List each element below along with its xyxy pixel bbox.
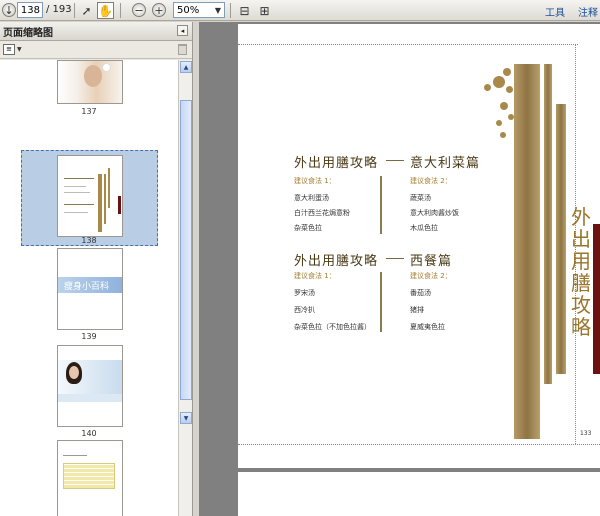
decorative-stripe [514, 64, 540, 439]
flower-ornament-icon [503, 68, 511, 76]
zoom-in-icon[interactable]: + [152, 3, 166, 17]
flower-ornament-icon [484, 84, 491, 91]
toolbar-separator [74, 3, 75, 18]
section1-subtitle: 意大利菜篇 [410, 156, 481, 171]
thumbnail-text-line [64, 212, 88, 213]
hand-tool-icon[interactable]: ✋ [97, 2, 114, 19]
decorative-stripe [544, 64, 552, 384]
menu-item: 猪排 [410, 306, 424, 314]
scroll-down-icon[interactable]: ▼ [180, 412, 192, 424]
scroll-up-icon[interactable]: ▲ [180, 61, 192, 73]
flower-ornament-icon [500, 132, 506, 138]
thumbnail-text-line [63, 455, 87, 456]
options-dropdown-icon[interactable]: ▼ [17, 46, 22, 53]
section2-right-heading: 建议食法 2： [410, 272, 452, 280]
section2-left-heading: 建议食法 1： [294, 272, 336, 280]
fit-page-icon[interactable]: ⊟ [236, 2, 253, 19]
menu-item: 西冷扒 [294, 306, 315, 314]
decorative-stripe [556, 104, 566, 374]
menu-item: 杂菜色拉（不加色拉酱） [294, 323, 371, 331]
toolbar: ↓ / 193 ➚ ✋ − + ▼ ⊟ ⊞ 工具 注释 [0, 0, 600, 21]
thumbnail-red-bar [118, 196, 121, 214]
thumbnail-stripe [108, 168, 110, 208]
crop-line [238, 44, 578, 45]
thumbnail-text-line [64, 204, 94, 205]
panel-toolbar: ≡ ▼ [0, 41, 192, 59]
scrollbar-thumb[interactable] [180, 100, 192, 400]
section1-left-heading: 建议食法 1： [294, 177, 336, 185]
menu-item: 意大利蛋汤 [294, 194, 329, 202]
flower-ornament-icon [496, 120, 502, 126]
previous-page-icon[interactable]: ↓ [2, 3, 16, 17]
tools-menu[interactable]: 工具 [545, 4, 565, 19]
document-view[interactable]: 外出用膳攻略 意大利菜篇 建议食法 1： 意大利蛋汤 白汁西兰花焗意粉 杂菜色拉… [199, 22, 600, 516]
thumbnail-page[interactable] [57, 440, 123, 516]
fit-width-icon[interactable]: ⊞ [256, 2, 273, 19]
panel-title: 页面缩略图 [3, 27, 53, 39]
thumbnail-text-line [64, 186, 86, 187]
flower-ornament-icon [506, 86, 513, 93]
trash-icon[interactable] [178, 44, 187, 55]
thumbnail-list[interactable]: 137 138 瘦身小百科 139 140 [0, 60, 178, 516]
column-divider [380, 176, 382, 234]
flower-ornament-icon [500, 102, 508, 110]
thumbnail-label: 138 [81, 236, 97, 245]
column-divider [380, 272, 382, 332]
section1-title: 外出用膳攻略 [294, 156, 379, 171]
thumbnails-panel: 页面缩略图 ◂ ≡ ▼ 137 138 瘦身小百科 139 140 ▲ ▼ [0, 22, 193, 516]
thumbnail-page[interactable] [57, 345, 123, 427]
thumbnail-page[interactable]: 瘦身小百科 [57, 248, 123, 330]
menu-item: 白汁西兰花焗意粉 [294, 209, 350, 217]
section2-subtitle: 西餐篇 [410, 254, 453, 269]
page-number: 133 [580, 430, 592, 437]
thumbnail-stripe [98, 174, 102, 232]
toolbar-separator [230, 3, 231, 18]
menu-item: 蔬菜汤 [410, 194, 431, 202]
collapse-panel-icon[interactable]: ◂ [177, 25, 188, 36]
thumbnail-text-line [64, 192, 90, 193]
thumbnail-flower [102, 63, 111, 72]
section1-right-heading: 建议食法 2： [410, 177, 452, 185]
thumbnail-label: 139 [81, 332, 97, 341]
thumbnail-face [69, 366, 79, 379]
toolbar-separator [120, 3, 121, 18]
red-edge-bar [593, 224, 600, 374]
thumbnail-label: 137 [81, 107, 97, 116]
heading-dash [386, 258, 404, 259]
zoom-out-icon[interactable]: − [132, 3, 146, 17]
next-document-page [238, 472, 600, 516]
menu-item: 杂菜色拉 [294, 224, 322, 232]
options-icon[interactable]: ≡ [3, 44, 15, 55]
thumbnail-page-selected[interactable] [57, 155, 123, 237]
vertical-title: 外出用膳攻略 [571, 205, 591, 339]
thumbnail-band [58, 394, 122, 402]
thumbnail-text-line [64, 178, 94, 179]
thumbnail-page[interactable] [57, 60, 123, 104]
select-arrow-icon[interactable]: ➚ [78, 2, 95, 19]
thumbnail-stripe [104, 174, 106, 224]
heading-dash [386, 160, 404, 161]
menu-item: 夏威夷色拉 [410, 323, 445, 331]
crop-line [238, 444, 600, 445]
comment-menu[interactable]: 注释 [578, 4, 598, 19]
menu-item: 意大利肉酱炒饭 [410, 209, 459, 217]
thumbnail-scrollbar[interactable]: ▲ ▼ [178, 60, 192, 516]
page-number-input[interactable] [17, 2, 43, 18]
menu-item: 番茄汤 [410, 289, 431, 297]
thumbnail-label: 140 [81, 429, 97, 438]
flower-ornament-icon [493, 76, 505, 88]
menu-item: 罗宋汤 [294, 289, 315, 297]
thumbnail-table [63, 463, 115, 489]
total-pages-label: / 193 [46, 4, 72, 15]
document-page: 外出用膳攻略 意大利菜篇 建议食法 1： 意大利蛋汤 白汁西兰花焗意粉 杂菜色拉… [238, 24, 600, 468]
thumbnail-banner-text: 瘦身小百科 [64, 282, 110, 292]
thumbnail-face [84, 65, 102, 87]
menu-item: 木瓜色拉 [410, 224, 438, 232]
zoom-dropdown-icon[interactable]: ▼ [212, 3, 224, 17]
panel-header: 页面缩略图 ◂ [0, 22, 192, 41]
section2-title: 外出用膳攻略 [294, 254, 379, 269]
